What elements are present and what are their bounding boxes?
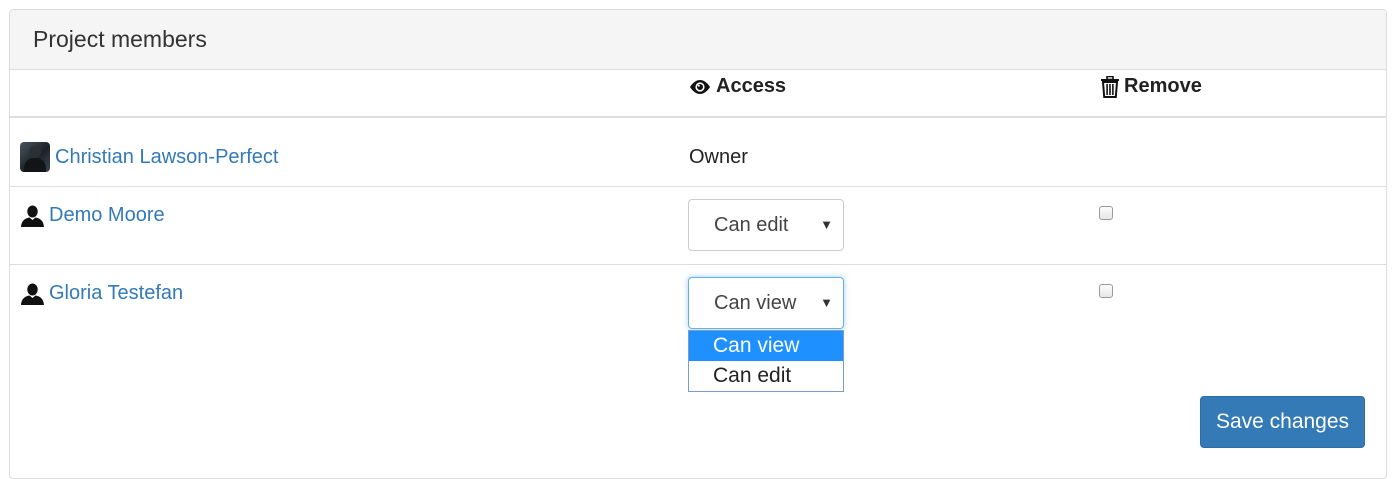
remove-column-header: Remove — [1100, 75, 1202, 98]
remove-checkbox[interactable] — [1099, 206, 1113, 220]
member-name-link[interactable]: Gloria Testefan — [49, 282, 183, 305]
access-dropdown-list: Can view Can edit — [688, 330, 844, 392]
access-select[interactable]: Can view ▼ — [688, 277, 844, 329]
access-column-header: Access — [688, 75, 786, 98]
header-divider — [9, 116, 1387, 118]
member-row-2: Demo Moore — [20, 204, 165, 227]
avatar — [20, 142, 50, 172]
row-divider — [9, 264, 1387, 265]
remove-column-label: Remove — [1124, 75, 1202, 97]
chevron-down-icon: ▼ — [820, 217, 833, 232]
user-silhouette-icon — [20, 283, 45, 305]
remove-checkbox[interactable] — [1099, 284, 1113, 298]
owner-access-label: Owner — [689, 146, 748, 168]
trash-icon — [1100, 75, 1120, 98]
save-changes-button[interactable]: Save changes — [1200, 396, 1365, 448]
eye-icon — [688, 78, 712, 96]
access-select-value: Can edit — [714, 213, 789, 236]
panel-title: Project members — [33, 26, 207, 52]
chevron-down-icon: ▼ — [820, 295, 833, 310]
member-row-3: Gloria Testefan — [20, 282, 183, 305]
member-name-link[interactable]: Demo Moore — [49, 204, 165, 227]
dropdown-option-can-edit[interactable]: Can edit — [689, 361, 843, 391]
panel-heading: Project members — [10, 10, 1386, 70]
access-select[interactable]: Can edit ▼ — [688, 199, 844, 251]
user-silhouette-icon — [20, 205, 45, 227]
member-row-1: Christian Lawson-Perfect — [20, 142, 278, 172]
dropdown-option-can-view[interactable]: Can view — [689, 331, 843, 361]
member-name-link[interactable]: Christian Lawson-Perfect — [55, 146, 278, 169]
access-select-value: Can view — [714, 291, 797, 314]
row-divider — [9, 186, 1387, 187]
access-column-label: Access — [716, 75, 787, 97]
